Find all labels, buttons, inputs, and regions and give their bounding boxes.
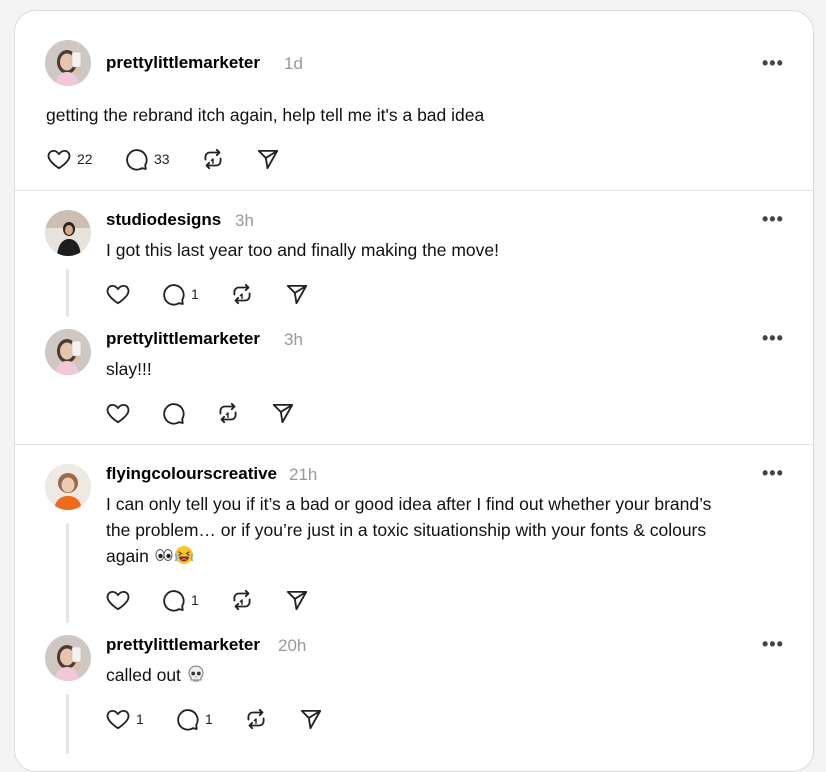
reply-text-line: again: [106, 546, 149, 566]
comment-button[interactable]: [160, 399, 186, 427]
like-button[interactable]: [105, 280, 131, 308]
repost-button[interactable]: [229, 280, 255, 308]
laughing-emoji-icon: [174, 545, 194, 565]
like-count: 22: [77, 151, 93, 167]
timestamp: 20h: [278, 636, 307, 655]
more-icon[interactable]: •••: [762, 635, 784, 653]
comment-icon: [160, 281, 186, 307]
send-icon: [298, 706, 324, 732]
timestamp: 3h: [284, 330, 303, 349]
repost-button[interactable]: [200, 145, 226, 173]
repost-button[interactable]: [229, 586, 255, 614]
comment-button[interactable]: 1: [160, 280, 199, 308]
heart-icon: [105, 706, 131, 732]
comment-count: 1: [205, 711, 213, 727]
username[interactable]: prettylittlemarketer: [106, 329, 260, 349]
reply-text: I got this last year too and finally mak…: [106, 240, 499, 260]
reply-text-line: I can only tell you if it’s a bad or goo…: [106, 494, 712, 514]
skull-emoji-icon: [186, 664, 206, 684]
more-icon[interactable]: •••: [762, 329, 784, 347]
timestamp: 3h: [235, 211, 254, 230]
heart-icon: [105, 281, 131, 307]
repost-button[interactable]: [243, 705, 269, 733]
send-icon: [284, 587, 310, 613]
avatar[interactable]: [45, 40, 91, 86]
send-icon: [270, 400, 296, 426]
repost-button[interactable]: [215, 399, 241, 427]
more-icon[interactable]: •••: [762, 210, 784, 228]
comment-count: 33: [154, 151, 170, 167]
post-text: getting the rebrand itch again, help tel…: [46, 105, 485, 125]
like-count: 1: [136, 711, 144, 727]
username[interactable]: flyingcolourscreative: [106, 464, 277, 484]
heart-icon: [105, 587, 131, 613]
comment-icon: [160, 400, 186, 426]
share-button[interactable]: [270, 399, 296, 427]
comment-button[interactable]: 1: [174, 705, 213, 733]
comment-count: 1: [191, 592, 199, 608]
comment-count: 1: [191, 286, 199, 302]
share-button[interactable]: [298, 705, 324, 733]
reply-text: called out: [106, 662, 206, 688]
more-icon[interactable]: •••: [762, 464, 784, 482]
comment-icon: [123, 146, 149, 172]
repost-icon: [200, 146, 226, 172]
username[interactable]: studiodesigns: [106, 210, 221, 230]
repost-icon: [243, 706, 269, 732]
like-button[interactable]: 22: [46, 145, 93, 173]
send-icon: [284, 281, 310, 307]
heart-icon: [46, 146, 72, 172]
username[interactable]: prettylittlemarketer: [106, 53, 260, 73]
comment-icon: [160, 587, 186, 613]
comment-button[interactable]: 1: [160, 586, 199, 614]
avatar[interactable]: [45, 329, 91, 375]
timestamp: 21h: [289, 465, 318, 484]
avatar[interactable]: [45, 464, 91, 510]
timestamp: 1d: [284, 54, 303, 73]
share-button[interactable]: [284, 586, 310, 614]
repost-icon: [229, 281, 255, 307]
send-icon: [255, 146, 281, 172]
reply-text: slay!!!: [106, 359, 152, 379]
avatar[interactable]: [45, 210, 91, 256]
username[interactable]: prettylittlemarketer: [106, 635, 260, 655]
comment-icon: [174, 706, 200, 732]
thread-card: prettylittlemarketer 1d ••• getting the …: [14, 10, 814, 772]
heart-icon: [105, 400, 131, 426]
more-icon[interactable]: •••: [762, 54, 784, 72]
like-button[interactable]: [105, 586, 131, 614]
avatar[interactable]: [45, 635, 91, 681]
share-button[interactable]: [284, 280, 310, 308]
share-button[interactable]: [255, 145, 281, 173]
thread-line: [66, 694, 69, 754]
repost-icon: [215, 400, 241, 426]
eyes-emoji-icon: [154, 545, 174, 565]
comment-button[interactable]: 33: [123, 145, 170, 173]
like-button[interactable]: [105, 399, 131, 427]
thread-line: [66, 523, 69, 623]
reply-text: I can only tell you if it’s a bad or goo…: [106, 491, 796, 569]
divider: [15, 190, 813, 191]
thread-line: [66, 269, 69, 317]
divider: [15, 444, 813, 445]
like-button[interactable]: 1: [105, 705, 144, 733]
repost-icon: [229, 587, 255, 613]
reply-text-line: the problem… or if you’re just in a toxi…: [106, 520, 707, 540]
